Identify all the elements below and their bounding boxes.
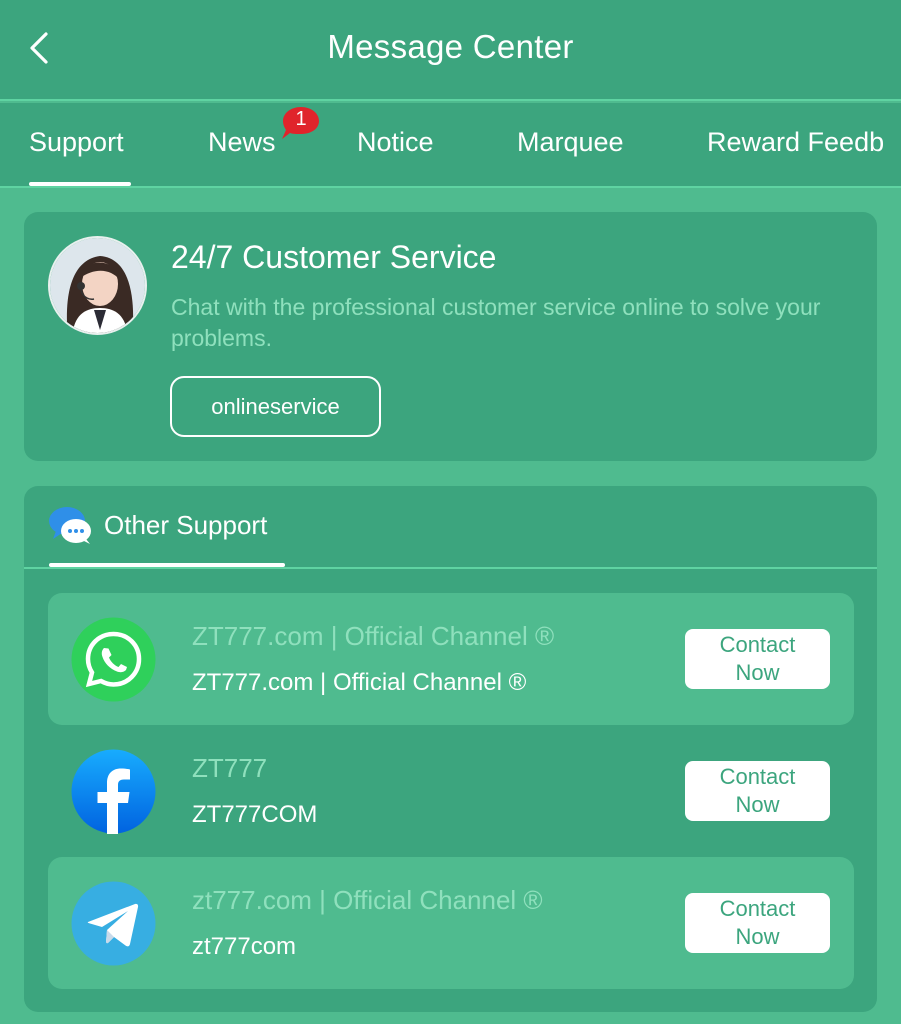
badge-count: 1 <box>295 108 307 130</box>
channel-name: ZT777 <box>192 753 268 783</box>
tab-notice[interactable]: Notice <box>357 127 434 158</box>
tab-reward-feedback[interactable]: Reward Feedb <box>707 127 884 158</box>
support-row-whatsapp[interactable]: ZT777.com | Official Channel ® ZT777.com… <box>48 593 854 725</box>
customer-service-title: 24/7 Customer Service <box>171 239 497 275</box>
customer-service-card: 24/7 Customer Service Chat with the prof… <box>24 212 877 461</box>
contact-now-button[interactable]: Contact Now <box>685 629 830 689</box>
other-support-title: Other Support <box>104 510 268 540</box>
channel-name: ZT777.com | Official Channel ® <box>192 621 555 651</box>
channel-handle: zt777com <box>192 933 297 960</box>
section-underline <box>49 563 285 567</box>
whatsapp-icon <box>71 617 156 702</box>
contact-now-button[interactable]: Contact Now <box>685 893 830 953</box>
tab-marquee[interactable]: Marquee <box>517 127 624 158</box>
agent-avatar <box>48 236 147 335</box>
other-support-header: Other Support <box>24 486 877 569</box>
other-support-card: Other Support ZT777.com | Official Chann… <box>24 486 877 1012</box>
telegram-icon <box>71 881 156 966</box>
tab-bar: Support News Notice Marquee Reward Feedb <box>0 103 901 188</box>
channel-handle: ZT777COM <box>192 801 318 828</box>
page-title: Message Center <box>327 28 574 65</box>
channel-handle: ZT777.com | Official Channel ® <box>192 669 527 696</box>
top-bar: Message Center <box>0 0 901 101</box>
active-tab-indicator <box>29 182 131 186</box>
contact-now-button[interactable]: Contact Now <box>685 761 830 821</box>
online-service-button[interactable]: onlineservice <box>170 376 381 437</box>
facebook-icon <box>71 749 156 834</box>
support-row-facebook[interactable]: ZT777 ZT777COM Contact Now <box>48 725 854 857</box>
tab-support[interactable]: Support <box>29 127 124 158</box>
support-row-telegram[interactable]: zt777.com | Official Channel ® zt777com … <box>48 857 854 989</box>
chat-bubbles-icon <box>49 507 91 544</box>
tab-news[interactable]: News <box>208 127 276 158</box>
customer-service-description: Chat with the professional customer serv… <box>171 294 821 351</box>
channel-name: zt777.com | Official Channel ® <box>192 885 543 915</box>
